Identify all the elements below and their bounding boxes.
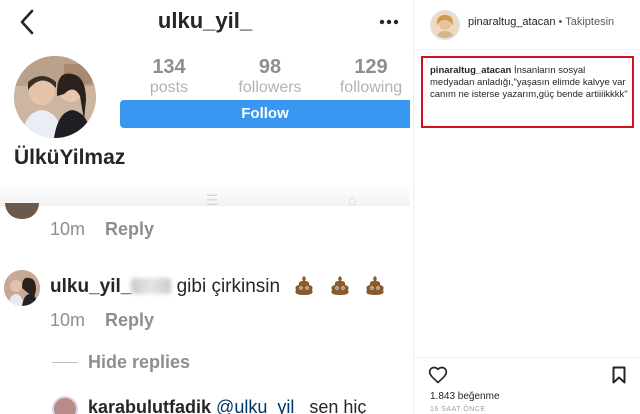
caption-username[interactable]: pinaraltug_atacan bbox=[430, 65, 511, 76]
pile-of-poo-emoji-icon bbox=[331, 276, 349, 295]
tagged-photos-icon[interactable]: ⌂ bbox=[348, 193, 356, 207]
comment-text: ulku_yil_ gibi çirkinsin bbox=[50, 274, 386, 298]
profile-top-bar: ulku_yil_ bbox=[0, 0, 410, 44]
profile-display-name: ÜlküYilmaz bbox=[14, 146, 126, 169]
comment-avatar[interactable] bbox=[5, 203, 39, 219]
comment-avatar[interactable] bbox=[4, 270, 40, 306]
followers-label: followers bbox=[238, 79, 302, 96]
comment-reply-button[interactable]: Reply bbox=[105, 219, 154, 240]
posts-stat[interactable]: 134 posts bbox=[123, 56, 215, 98]
actions-divider bbox=[414, 357, 640, 358]
hide-replies-button[interactable]: Hide replies bbox=[88, 352, 190, 373]
more-options-icon[interactable] bbox=[378, 12, 400, 32]
reply-body: sen hiç bbox=[309, 397, 367, 414]
replies-divider bbox=[52, 362, 78, 363]
comment-time: 10m bbox=[50, 219, 86, 239]
list-view-icon[interactable]: ☰ bbox=[206, 193, 219, 207]
posts-count: 134 bbox=[152, 56, 186, 78]
followers-stat[interactable]: 98 followers bbox=[224, 56, 316, 98]
profile-avatar[interactable] bbox=[14, 56, 96, 138]
comment-reply-button[interactable]: Reply bbox=[105, 310, 154, 331]
posts-label: posts bbox=[149, 79, 189, 96]
follow-button[interactable]: Follow bbox=[120, 100, 410, 128]
pile-of-poo-emoji-icon bbox=[295, 276, 314, 295]
comment-username[interactable]: ulku_yil_ bbox=[50, 276, 131, 297]
header-divider bbox=[414, 49, 640, 50]
comment-body: gibi çirkinsin bbox=[176, 276, 281, 297]
post-caption: pinaraltug_atacan İnsanların sosyal medy… bbox=[430, 65, 630, 101]
blurred-text bbox=[131, 278, 172, 294]
profile-panel: ulku_yil_ 134 posts 98 followers 129 fol… bbox=[0, 0, 410, 414]
profile-username-title: ulku_yil_ bbox=[157, 8, 253, 33]
following-stat[interactable]: 129 following bbox=[325, 56, 410, 98]
post-author-username[interactable]: pinaraltug_atacan bbox=[468, 16, 555, 28]
reply-username[interactable]: karabulutfadik bbox=[88, 397, 211, 414]
reply-text: karabulutfadik @ulku_yil_ sen hiç bbox=[88, 397, 366, 414]
post-panel: pinaraltug_atacan • Takiptesin pinaraltu… bbox=[413, 0, 640, 414]
bookmark-icon[interactable] bbox=[612, 366, 626, 384]
post-header: pinaraltug_atacan • Takiptesin bbox=[468, 16, 614, 28]
heart-icon[interactable] bbox=[428, 365, 448, 385]
followers-count: 98 bbox=[258, 56, 282, 78]
header-separator: • bbox=[555, 16, 566, 28]
pile-of-poo-emoji-icon bbox=[366, 276, 384, 295]
following-label: following bbox=[339, 79, 403, 96]
comment-time: 10m bbox=[50, 310, 86, 330]
follow-status[interactable]: Takiptesin bbox=[565, 16, 614, 28]
following-count: 129 bbox=[354, 56, 388, 78]
likes-count[interactable]: 1.843 beğenme bbox=[430, 391, 500, 402]
post-author-avatar[interactable] bbox=[430, 10, 460, 40]
post-time-ago: 16 SAAT ÖNCE bbox=[430, 406, 486, 413]
reply-mention[interactable]: @ulku_yil_ bbox=[216, 397, 304, 414]
reply-avatar[interactable] bbox=[52, 396, 78, 414]
